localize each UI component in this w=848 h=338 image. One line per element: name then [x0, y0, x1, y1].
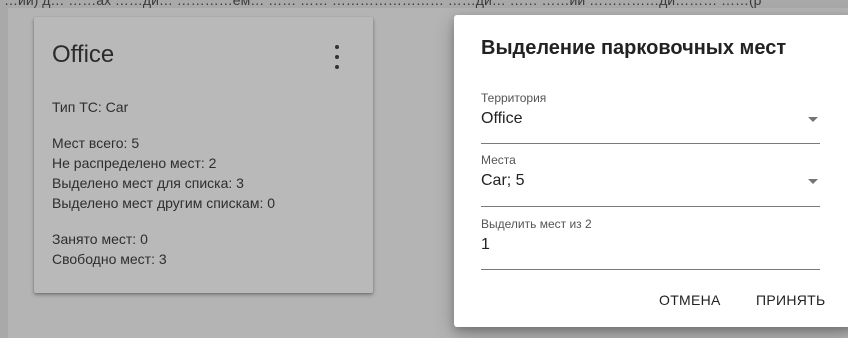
dialog-title: Выделение парковочных мест [481, 37, 787, 59]
accept-button[interactable]: ПРИНЯТЬ [756, 292, 826, 308]
occupied-places: Занято мест: 0 [52, 231, 148, 247]
allocated-list-places: Выделено мест для списка: 3 [52, 175, 244, 191]
field-underline [481, 206, 820, 207]
allocation-dialog: Выделение парковочных мест Территория Of… [454, 15, 848, 327]
allocate-value: 1 [481, 236, 490, 253]
vehicle-type: Тип ТС: Car [52, 99, 129, 115]
places-label: Места [481, 153, 516, 167]
unallocated-places: Не распределено мест: 2 [52, 155, 217, 171]
places-value: Car; 5 [481, 172, 525, 189]
arrow-drop-down-icon [808, 179, 818, 184]
field-underline [481, 143, 820, 144]
free-places: Свободно мест: 3 [52, 251, 167, 267]
allocate-input[interactable]: Выделить мест из 2 1 [481, 217, 820, 271]
territory-select[interactable]: Территория Office [481, 91, 820, 145]
card-title: Office [52, 41, 115, 68]
more-vert-icon[interactable] [329, 45, 345, 69]
territory-label: Территория [481, 91, 547, 105]
territory-value: Office [481, 110, 523, 127]
field-underline [481, 269, 820, 270]
arrow-drop-down-icon [808, 117, 818, 122]
parking-card: Office Тип ТС: Car Мест всего: 5 Не расп… [34, 17, 373, 293]
cancel-button[interactable]: ОТМЕНА [659, 292, 721, 308]
allocate-label: Выделить мест из 2 [481, 217, 592, 231]
places-select[interactable]: Места Car; 5 [481, 153, 820, 207]
allocated-other-places: Выделено мест другим спискам: 0 [52, 195, 276, 211]
total-places: Мест всего: 5 [52, 135, 140, 151]
